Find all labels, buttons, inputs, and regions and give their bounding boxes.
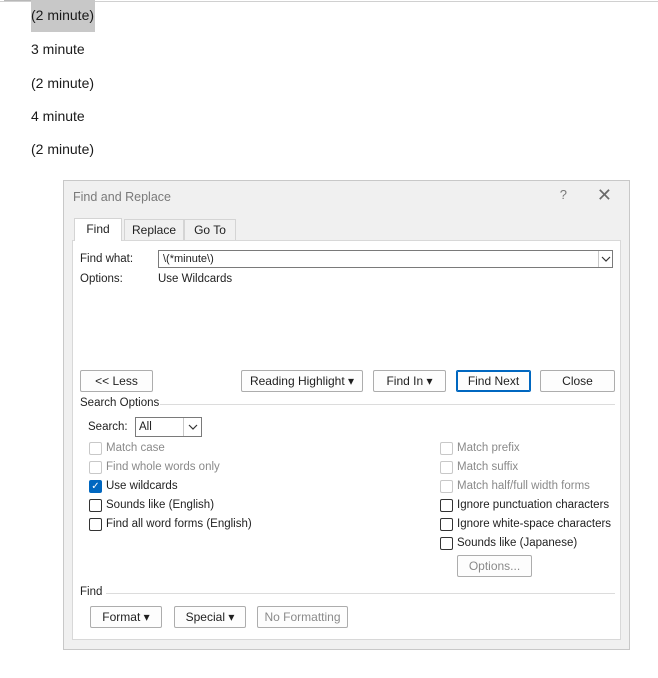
reading-highlight-label: Reading Highlight bbox=[249, 374, 345, 388]
ignore-punctuation-label: Ignore punctuation characters bbox=[457, 499, 610, 511]
find-what-input[interactable]: \(*minute\) bbox=[158, 250, 613, 268]
match-prefix-label: Match prefix bbox=[457, 442, 520, 454]
dialog-title: Find and Replace bbox=[73, 190, 171, 204]
check-icon: ✓ bbox=[91, 481, 100, 492]
tab-go-to-label: Go To bbox=[194, 223, 226, 237]
ignore-punctuation-checkbox[interactable] bbox=[440, 499, 453, 512]
chevron-down-icon[interactable] bbox=[598, 251, 613, 267]
less-button[interactable]: << Less bbox=[80, 370, 153, 392]
caret-down-icon: ▾ bbox=[348, 374, 355, 388]
special-label: Special bbox=[185, 610, 225, 624]
find-all-word-forms-label: Find all word forms (English) bbox=[106, 518, 252, 530]
options-button[interactable]: Options... bbox=[457, 555, 532, 577]
search-label: Search: bbox=[88, 421, 128, 433]
format-button[interactable]: Format ▾ bbox=[90, 606, 162, 628]
options-label: Options: bbox=[80, 273, 123, 285]
ignore-white-space-label: Ignore white-space characters bbox=[457, 518, 612, 530]
sounds-like-japanese-label: Sounds like (Japanese) bbox=[457, 537, 578, 549]
close-button[interactable]: Close bbox=[540, 370, 615, 392]
find-in-button[interactable]: Find In ▾ bbox=[373, 370, 446, 392]
find-section-title: Find bbox=[80, 586, 103, 598]
use-wildcards-checkbox[interactable]: ✓ bbox=[89, 480, 102, 493]
find-whole-words-label: Find whole words only bbox=[106, 461, 220, 473]
tab-replace-label: Replace bbox=[131, 223, 177, 237]
tab-replace[interactable]: Replace bbox=[124, 219, 184, 240]
match-half-full-width-checkbox[interactable] bbox=[440, 480, 453, 493]
divider bbox=[160, 404, 615, 405]
corner-mark bbox=[4, 0, 34, 3]
doc-line[interactable]: (2 minute) bbox=[31, 141, 94, 157]
sounds-like-english-label: Sounds like (English) bbox=[106, 499, 215, 511]
doc-line-selected[interactable]: (2 minute) bbox=[31, 0, 96, 32]
find-panel bbox=[72, 240, 621, 640]
special-button[interactable]: Special ▾ bbox=[174, 606, 246, 628]
find-what-label: Find what: bbox=[80, 253, 134, 265]
match-suffix-label: Match suffix bbox=[457, 461, 519, 473]
use-wildcards-label: Use wildcards bbox=[106, 480, 178, 492]
match-case-label: Match case bbox=[106, 442, 165, 454]
doc-line[interactable]: 3 minute bbox=[31, 41, 85, 57]
find-in-label: Find In bbox=[386, 374, 424, 388]
format-label: Format bbox=[102, 610, 141, 624]
find-next-button[interactable]: Find Next bbox=[456, 370, 531, 392]
sounds-like-english-checkbox[interactable] bbox=[89, 499, 102, 512]
caret-down-icon: ▾ bbox=[228, 610, 235, 624]
doc-line[interactable]: 4 minute bbox=[31, 108, 85, 124]
search-options-title: Search Options bbox=[80, 397, 160, 409]
tab-find[interactable]: Find bbox=[74, 218, 122, 241]
match-case-checkbox[interactable] bbox=[89, 442, 102, 455]
reading-highlight-button[interactable]: Reading Highlight ▾ bbox=[241, 370, 363, 392]
doc-line[interactable]: (2 minute) bbox=[31, 75, 94, 91]
sounds-like-japanese-checkbox[interactable] bbox=[440, 537, 453, 550]
close-icon[interactable]: ✕ bbox=[597, 185, 612, 206]
match-half-full-width-label: Match half/full width forms bbox=[457, 480, 590, 492]
caret-down-icon: ▾ bbox=[143, 610, 150, 624]
caret-down-icon: ▾ bbox=[426, 374, 433, 388]
tab-find-label: Find bbox=[86, 222, 110, 236]
help-icon[interactable]: ? bbox=[560, 187, 567, 202]
chevron-down-icon[interactable] bbox=[183, 418, 202, 436]
divider bbox=[106, 593, 615, 594]
match-suffix-checkbox[interactable] bbox=[440, 461, 453, 474]
match-prefix-checkbox[interactable] bbox=[440, 442, 453, 455]
window-top-border bbox=[0, 1, 658, 2]
find-replace-dialog: Find and Replace ? ✕ Find Replace Go To … bbox=[63, 180, 630, 650]
options-value: Use Wildcards bbox=[158, 273, 233, 285]
find-all-word-forms-checkbox[interactable] bbox=[89, 518, 102, 531]
tab-go-to[interactable]: Go To bbox=[184, 219, 236, 240]
ignore-white-space-checkbox[interactable] bbox=[440, 518, 453, 531]
no-formatting-button[interactable]: No Formatting bbox=[257, 606, 348, 628]
find-whole-words-checkbox[interactable] bbox=[89, 461, 102, 474]
